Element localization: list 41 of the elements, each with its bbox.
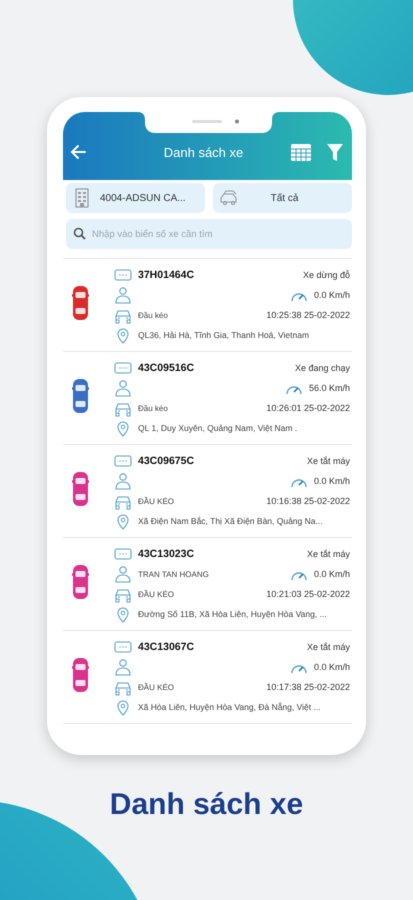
vehicle-row[interactable]: 43C09516C Xe đang chạy 56.0 Km/h Đầu kéo 10:26:01 25-02-2022 QL 1, Duy Xuyên, Quảng Nam, Việt Nam . [63,352,352,445]
address: Đường Số 11B, Xã Hòa Liên, Huyện Hòa Vang, ... [138,609,327,619]
timestamp: 10:21:03 25-02-2022 [266,589,350,599]
plate-number: 43C13067C [138,641,196,653]
address: Xã Điện Nam Bắc, Thị Xã Điện Bàn, Quảng Na... [138,516,323,526]
vehicle-type-select[interactable]: Tất cả [213,183,352,213]
vehicle-status: Xe dừng đỗ [302,270,350,280]
search-field[interactable]: Nhập vào biển số xe cần tìm [66,219,352,249]
speed-value: 0.0 Km/h [314,662,350,672]
vehicle-status: Xe tắt máy [306,642,350,652]
timestamp: 10:16:38 25-02-2022 [266,496,350,506]
timestamp: 10:26:01 25-02-2022 [266,403,350,413]
address: Xã Hòa Liên, Huyện Hòa Vang, Đà Nẵng, Việt ... [138,702,321,712]
timestamp: 10:25:38 25-02-2022 [266,310,350,320]
plate-number: 43C09516C [138,362,196,374]
driver-name: TRAN TAN HOANG [138,570,210,578]
vehicle-type: ĐẦU KÉO [138,682,176,692]
vehicle-type: ĐẦU KÉO [138,590,176,598]
company-select[interactable]: 4004-ADSUN CA... [66,183,205,213]
address: QL36, Hải Hà, Tĩnh Gia, Thanh Hoá, Vietnam [138,330,310,340]
vehicle-row[interactable]: 43C09675C Xe tắt máy 0.0 Km/h ĐẦU KÉO 10:16:38 25-02-2022 Xã Điện Nam Bắc, Thị Xã Điện Bàn, Quảng Na... [63,445,352,538]
vehicle-status: Xe đang chạy [294,363,350,373]
plate-number: 43C13023C [138,548,196,560]
vehicle-row[interactable]: 37H01464C Xe dừng đỗ 0.0 Km/h Đầu kéo 10:25:38 25-02-2022 QL36, Hải Hà, Tĩnh Gia, Thanh Hoá, Vietnam [63,259,352,352]
vehicle-type: Đầu kéo [138,404,169,412]
timestamp: 10:17:38 25-02-2022 [266,682,350,692]
address: QL 1, Duy Xuyên, Quảng Nam, Việt Nam . [138,423,298,433]
vehicle-type: ĐẦU KÉO [138,496,176,506]
plate-number: 37H01464C [138,269,196,281]
caption: Danh sách xe [108,788,304,822]
plate-number: 43C09675C [138,455,196,467]
speed-value: 56.0 Km/h [308,383,350,393]
vehicle-status: Xe tắt máy [306,456,350,466]
vehicle-type: Đầu kéo [138,310,169,320]
speed-value: 0.0 Km/h [314,569,350,579]
screen-title: Danh sách xe [162,144,244,160]
vehicle-status: Xe tắt máy [306,549,350,559]
speed-value: 0.0 Km/h [314,476,350,486]
vehicle-row[interactable]: 43C13023C Xe tắt máy TRAN TAN HOANG 0.0 Km/h ĐẦU KÉO 10:21:03 25-02-2022 Đường Số 11B, Xã Hòa Liên, Huyện Hòa Vang, ... [63,538,352,631]
speed-value: 0.0 Km/h [314,290,350,300]
vehicle-row[interactable]: 43C13067C Xe tắt máy 0.0 Km/h ĐẦU KÉO 10:17:38 25-02-2022 Xã Hòa Liên, Huyện Hòa Vang, Đà Nẵng, Việt ... [63,631,352,724]
